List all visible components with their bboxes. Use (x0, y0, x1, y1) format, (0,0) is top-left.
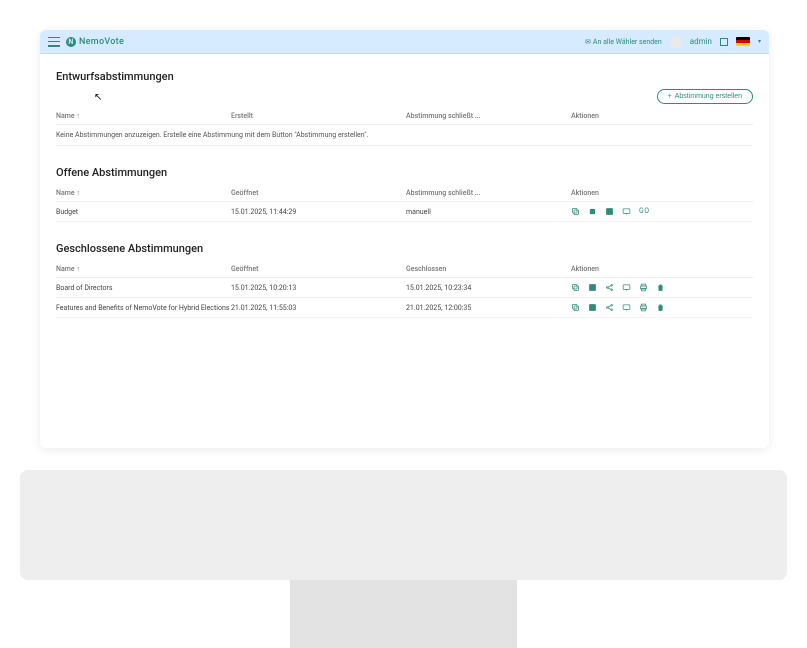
col-closes[interactable]: Abstimmung schließt ... (406, 112, 571, 120)
share-icon[interactable] (605, 283, 614, 292)
presentation-icon[interactable] (622, 303, 631, 312)
results-icon[interactable] (605, 207, 614, 216)
col-name[interactable]: Name (56, 189, 231, 197)
brand-name: NemoVote (79, 37, 124, 47)
row-actions: GO (571, 207, 753, 216)
cell-name: Budget (56, 208, 231, 216)
closed-section-title: Geschlossene Abstimmungen (56, 242, 753, 255)
open-section-title: Offene Abstimmungen (56, 166, 753, 179)
cell-closes: manuell (406, 208, 571, 216)
topbar-right: ✉ An alle Wähler senden admin ▾ (585, 36, 761, 48)
cell-opened: 21.01.2025, 11:55:03 (231, 304, 406, 312)
username[interactable]: admin (690, 37, 712, 46)
col-actions: Aktionen (571, 189, 753, 197)
cell-opened: 15.01.2025, 11:44:29 (231, 208, 406, 216)
logo-badge-icon: N (66, 37, 76, 47)
results-icon[interactable] (588, 283, 597, 292)
col-name[interactable]: Name (56, 265, 231, 273)
create-vote-label: Abstimmung erstellen (675, 93, 742, 100)
brand-logo[interactable]: N NemoVote (66, 37, 124, 47)
app-screen: N NemoVote ✉ An alle Wähler senden admin… (40, 30, 769, 448)
copy-icon[interactable] (571, 283, 580, 292)
col-created[interactable]: Erstellt (231, 112, 406, 120)
send-to-voters-link[interactable]: ✉ An alle Wähler senden (585, 38, 662, 46)
presentation-icon[interactable] (622, 283, 631, 292)
print-icon[interactable] (639, 303, 648, 312)
share-icon[interactable] (605, 303, 614, 312)
copy-icon[interactable] (571, 207, 580, 216)
presentation-icon[interactable] (622, 207, 631, 216)
draft-empty-message: Keine Abstimmungen anzuzeigen. Erstelle … (56, 125, 753, 146)
create-vote-button[interactable]: + Abstimmung erstellen (657, 89, 753, 104)
chevron-down-icon[interactable]: ▾ (758, 38, 761, 45)
col-actions: Aktionen (571, 265, 753, 273)
cell-closed: 21.01.2025, 12:00:35 (406, 304, 571, 312)
draft-section-title: Entwurfsabstimmungen (56, 70, 753, 83)
fullscreen-icon[interactable] (720, 38, 728, 46)
col-actions: Aktionen (571, 112, 753, 120)
plus-icon: + (668, 93, 672, 100)
flag-de-icon[interactable] (736, 37, 750, 46)
cell-name: Features and Benefits of NemoVote for Hy… (56, 304, 231, 312)
monitor-stand (290, 580, 517, 648)
closed-table-header: Name Geöffnet Geschlossen Aktionen (56, 261, 753, 278)
col-opened[interactable]: Geöffnet (231, 189, 406, 197)
table-row: Features and Benefits of NemoVote for Hy… (56, 298, 753, 318)
draft-table-header: Name Erstellt Abstimmung schließt ... Ak… (56, 108, 753, 125)
results-icon[interactable] (588, 303, 597, 312)
col-opened[interactable]: Geöffnet (231, 265, 406, 273)
content: Entwurfsabstimmungen + Abstimmung erstel… (40, 54, 769, 328)
delete-icon[interactable] (656, 303, 665, 312)
row-actions (571, 283, 753, 292)
col-name[interactable]: Name (56, 112, 231, 120)
avatar-icon[interactable] (670, 36, 682, 48)
delete-icon[interactable] (656, 283, 665, 292)
row-actions (571, 303, 753, 312)
col-closes[interactable]: Abstimmung schließt ... (406, 189, 571, 197)
cell-closed: 15.01.2025, 10:23:34 (406, 284, 571, 292)
open-table-header: Name Geöffnet Abstimmung schließt ... Ak… (56, 185, 753, 202)
topbar: N NemoVote ✉ An alle Wähler senden admin… (40, 30, 769, 54)
send-label: An alle Wähler senden (593, 38, 662, 46)
table-row: Board of Directors 15.01.2025, 10:20:13 … (56, 278, 753, 298)
stop-icon[interactable] (588, 207, 597, 216)
cell-opened: 15.01.2025, 10:20:13 (231, 284, 406, 292)
monitor-bezel (20, 470, 787, 580)
copy-icon[interactable] (571, 303, 580, 312)
table-row: Budget 15.01.2025, 11:44:29 manuell GO (56, 202, 753, 222)
cell-name: Board of Directors (56, 284, 231, 292)
print-icon[interactable] (639, 283, 648, 292)
col-closed[interactable]: Geschlossen (406, 265, 571, 273)
hamburger-menu-icon[interactable] (48, 37, 60, 47)
go-button[interactable]: GO (639, 207, 650, 216)
send-icon: ✉ (585, 38, 591, 46)
